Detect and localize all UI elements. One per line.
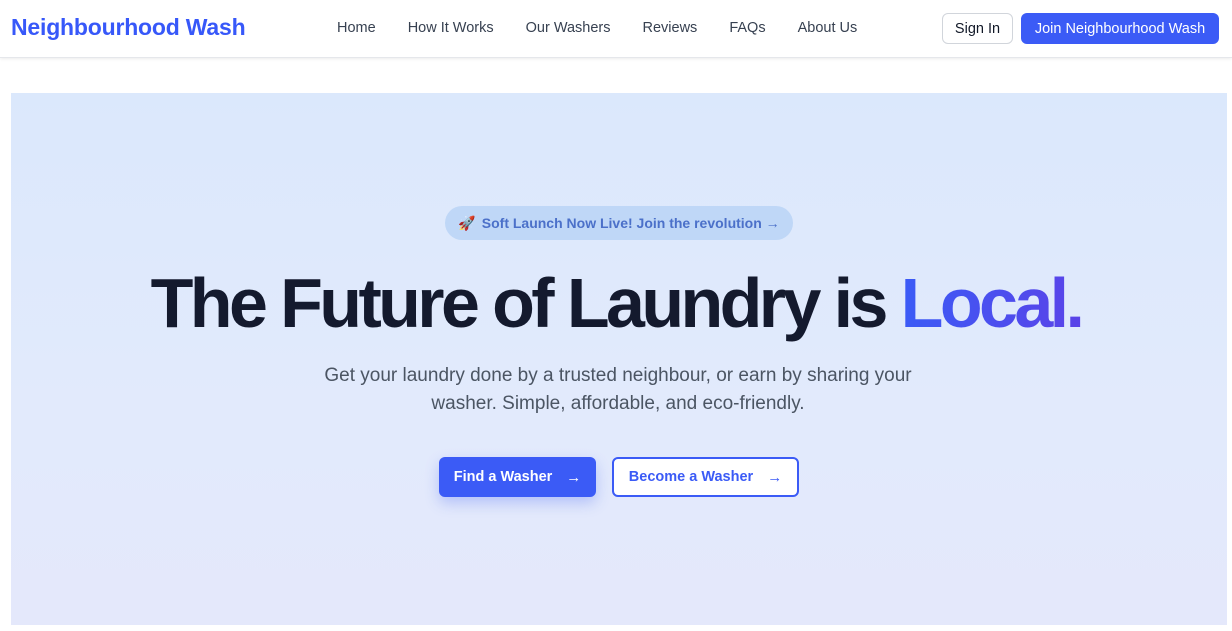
arrow-right-icon: → bbox=[767, 468, 783, 486]
join-button[interactable]: Join Neighbourhood Wash bbox=[1021, 13, 1219, 44]
find-washer-button[interactable]: Find a Washer → bbox=[439, 457, 596, 497]
hero-headline-accent: Local. bbox=[900, 264, 1085, 342]
hero-headline-main: The Future of Laundry is bbox=[150, 264, 901, 342]
nav-link-about-us[interactable]: About Us bbox=[782, 20, 874, 36]
nav-link-faqs[interactable]: FAQs bbox=[713, 20, 781, 36]
become-washer-button[interactable]: Become a Washer → bbox=[612, 457, 799, 497]
sign-in-button[interactable]: Sign In bbox=[942, 13, 1013, 44]
main-nav: Home How It Works Our Washers Reviews FA… bbox=[321, 0, 873, 56]
nav-link-our-washers[interactable]: Our Washers bbox=[510, 20, 627, 36]
site-logo[interactable]: Neighbourhood Wash bbox=[11, 14, 246, 41]
navbar: Neighbourhood Wash Home How It Works Our… bbox=[0, 0, 1232, 58]
launch-badge[interactable]: 🚀 Soft Launch Now Live! Join the revolut… bbox=[445, 206, 793, 240]
nav-link-reviews[interactable]: Reviews bbox=[627, 20, 714, 36]
arrow-right-icon: → bbox=[566, 468, 582, 486]
nav-link-home[interactable]: Home bbox=[321, 20, 392, 36]
hero-subtitle: Get your laundry done by a trusted neigh… bbox=[324, 365, 912, 414]
rocket-icon: 🚀 bbox=[458, 214, 476, 231]
hero-section bbox=[11, 93, 1227, 625]
nav-link-how-it-works[interactable]: How It Works bbox=[392, 20, 510, 36]
launch-badge-text: Soft Launch Now Live! Join the revolutio… bbox=[481, 215, 780, 231]
find-washer-label: Find a Washer bbox=[453, 469, 553, 485]
hero-headline: The Future of Laundry is Local. bbox=[0, 262, 1232, 344]
become-washer-label: Become a Washer bbox=[628, 469, 754, 485]
